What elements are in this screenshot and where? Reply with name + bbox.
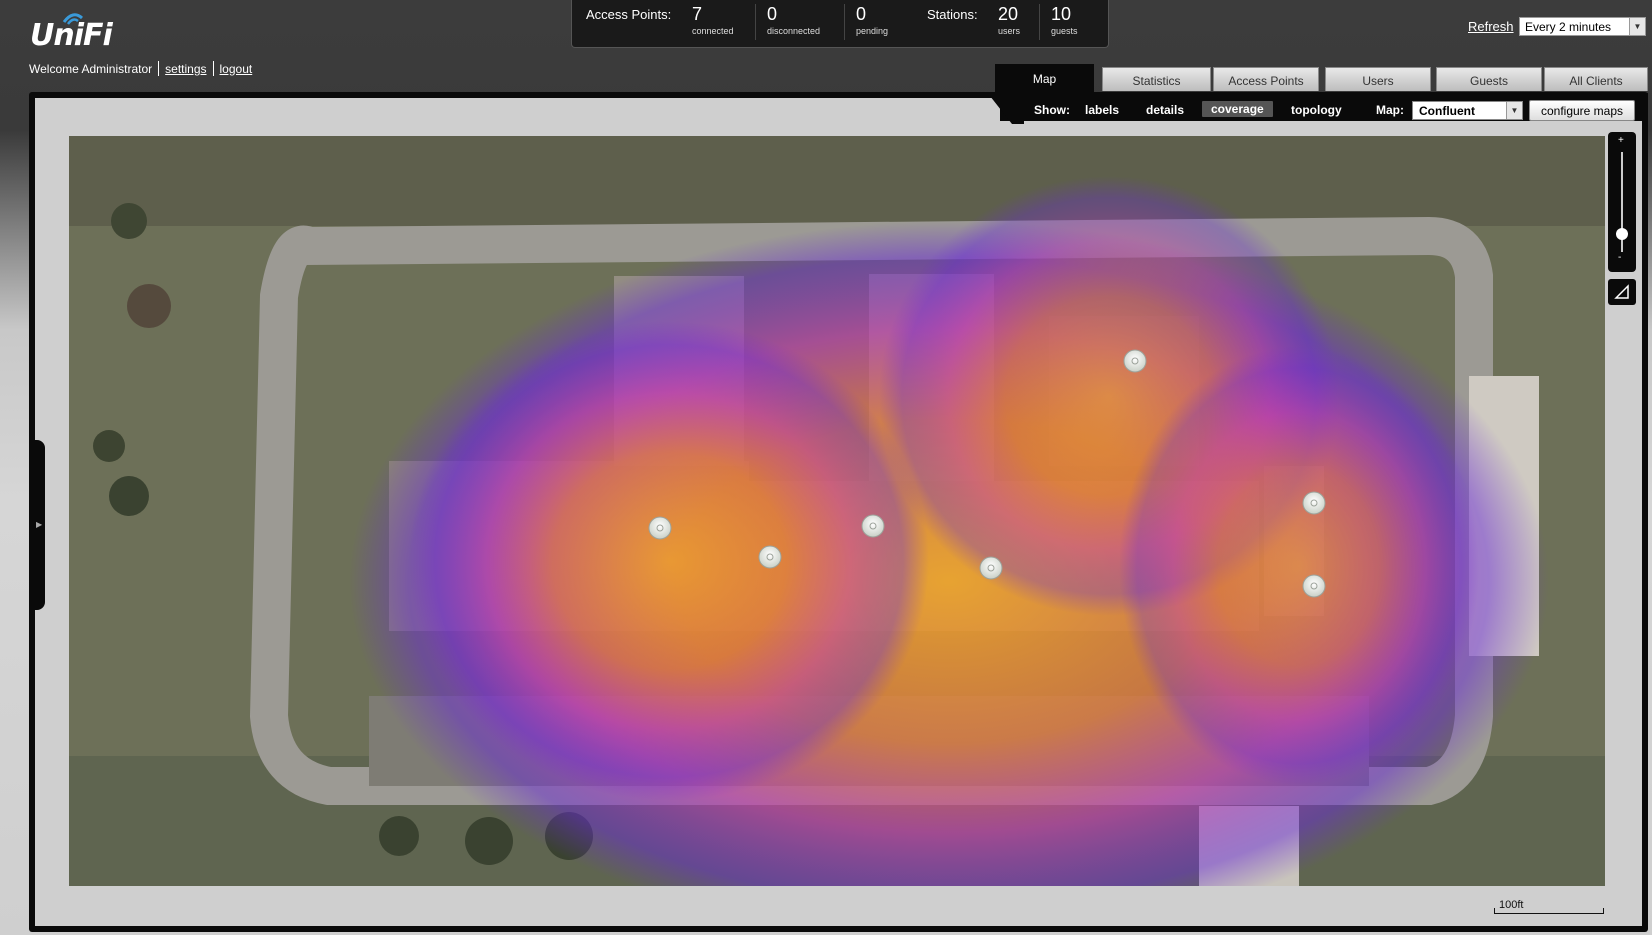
zoom-slider-handle[interactable] <box>1616 228 1628 240</box>
guests-count: 10 <box>1051 4 1072 24</box>
divider <box>212 61 214 76</box>
tab-statistics[interactable]: Statistics <box>1102 67 1211 91</box>
tab-access-points[interactable]: Access Points <box>1213 67 1319 91</box>
map-select[interactable]: Confluent ▼ <box>1412 101 1523 120</box>
access-point-icon[interactable] <box>1302 574 1326 598</box>
pending-count: 0 <box>856 4 867 24</box>
show-topology-toggle[interactable]: topology <box>1291 103 1342 117</box>
stat-guests[interactable]: 10 guests <box>1051 3 1078 41</box>
map-label: Map: <box>1376 103 1404 117</box>
tab-map[interactable]: Map <box>995 64 1094 93</box>
zoom-out-icon[interactable]: - <box>1618 252 1621 263</box>
toolbar-corner <box>990 96 1024 124</box>
divider <box>844 4 845 40</box>
unifi-logo: UniFi <box>30 12 113 54</box>
wifi-arc-icon <box>62 13 83 25</box>
map-scale: 100ft <box>1494 898 1604 914</box>
chevron-right-icon: ▶ <box>36 520 43 529</box>
access-point-icon[interactable] <box>1302 491 1326 515</box>
access-point-icon[interactable] <box>758 545 782 569</box>
scale-bar <box>1494 908 1604 914</box>
zoom-control[interactable]: + - <box>1608 132 1636 272</box>
configure-maps-button[interactable]: configure maps <box>1529 100 1635 121</box>
stat-pending[interactable]: 0 pending <box>856 3 888 41</box>
access-point-icon[interactable] <box>861 514 885 538</box>
users-count: 20 <box>998 4 1019 24</box>
stat-connected[interactable]: 7 connected <box>692 3 734 41</box>
refresh-interval-select[interactable]: Every 2 minutes ▼ <box>1519 17 1646 36</box>
measure-tool-button[interactable] <box>1608 279 1636 305</box>
chevron-down-icon: ▼ <box>1629 18 1645 35</box>
stat-disconnected[interactable]: 0 disconnected <box>767 3 820 41</box>
logout-link[interactable]: logout <box>220 62 253 76</box>
disconnected-count: 0 <box>767 4 778 24</box>
satellite-map <box>69 136 1605 886</box>
tab-users[interactable]: Users <box>1325 67 1431 91</box>
guests-label: guests <box>1051 26 1078 36</box>
users-label: users <box>998 26 1021 36</box>
access-point-icon[interactable] <box>1123 349 1147 373</box>
map-select-value: Confluent <box>1419 104 1475 118</box>
stats-panel: Access Points: 7 connected 0 disconnecte… <box>571 0 1109 48</box>
divider <box>158 61 160 76</box>
access-point-icon[interactable] <box>648 516 672 540</box>
welcome-bar: Welcome Administrator settings logout <box>29 61 252 76</box>
divider <box>1039 4 1040 40</box>
show-coverage-toggle[interactable]: coverage <box>1202 101 1273 117</box>
zoom-in-icon[interactable]: + <box>1618 135 1624 146</box>
show-labels-toggle[interactable]: labels <box>1085 103 1119 117</box>
coverage-map[interactable] <box>69 136 1605 886</box>
settings-link[interactable]: settings <box>165 62 206 76</box>
tab-all-clients[interactable]: All Clients <box>1544 67 1648 91</box>
connected-count: 7 <box>692 4 703 24</box>
tab-guests[interactable]: Guests <box>1436 67 1542 91</box>
connected-label: connected <box>692 26 734 36</box>
ruler-icon <box>1614 284 1629 299</box>
welcome-text: Welcome Administrator <box>29 61 153 76</box>
show-details-toggle[interactable]: details <box>1146 103 1184 117</box>
pending-label: pending <box>856 26 889 36</box>
divider <box>755 4 756 40</box>
stations-label: Stations: <box>927 7 978 22</box>
disconnected-label: disconnected <box>767 26 821 36</box>
chevron-down-icon: ▼ <box>1506 102 1522 119</box>
refresh-link[interactable]: Refresh <box>1468 19 1514 34</box>
access-point-icon[interactable] <box>979 556 1003 580</box>
show-label: Show: <box>1034 103 1070 117</box>
access-points-label: Access Points: <box>586 7 672 22</box>
refresh-interval-value: Every 2 minutes <box>1525 20 1612 34</box>
sidebar-toggle[interactable]: ▶ <box>29 440 45 610</box>
stat-users[interactable]: 20 users <box>998 3 1020 41</box>
